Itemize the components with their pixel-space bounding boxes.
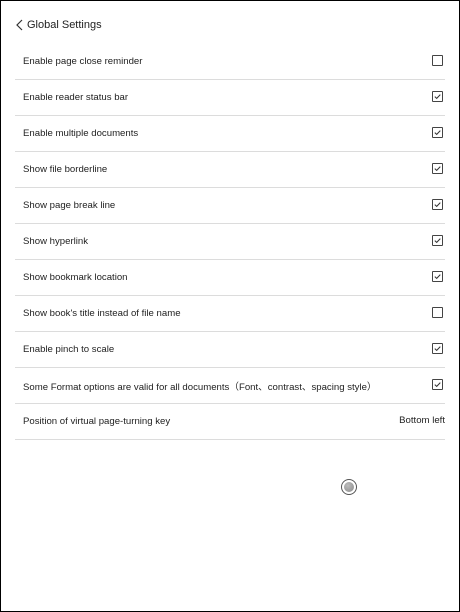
setting-row-file-borderline[interactable]: Show file borderline	[15, 152, 445, 188]
virtual-key-position-value[interactable]: Bottom left	[399, 415, 445, 426]
check-icon	[434, 238, 441, 244]
check-icon	[434, 274, 441, 280]
check-icon	[434, 166, 441, 172]
setting-row-bookmark-location[interactable]: Show bookmark location	[15, 260, 445, 296]
setting-checkbox[interactable]	[432, 199, 443, 210]
floating-ball-icon	[344, 482, 354, 492]
setting-label: Some Format options are valid for all do…	[23, 381, 377, 393]
setting-row-page-close-reminder[interactable]: Enable page close reminder	[15, 44, 445, 80]
setting-label: Show file borderline	[23, 164, 108, 175]
setting-label: Show page break line	[23, 200, 116, 211]
setting-row-hyperlink[interactable]: Show hyperlink	[15, 224, 445, 260]
setting-checkbox[interactable]	[432, 271, 443, 282]
setting-checkbox[interactable]	[432, 91, 443, 102]
setting-label: Show hyperlink	[23, 236, 89, 247]
setting-row-format-options[interactable]: Some Format options are valid for all do…	[15, 368, 445, 404]
setting-label: Enable reader status bar	[23, 92, 129, 103]
setting-row-reader-status-bar[interactable]: Enable reader status bar	[15, 80, 445, 116]
setting-row-multiple-documents[interactable]: Enable multiple documents	[15, 116, 445, 152]
setting-checkbox[interactable]	[432, 235, 443, 246]
setting-checkbox[interactable]	[432, 343, 443, 354]
chevron-left-icon[interactable]	[15, 18, 25, 32]
setting-row-book-title[interactable]: Show book's title instead of file name	[15, 296, 445, 332]
setting-label: Enable multiple documents	[23, 128, 139, 139]
screen-frame: Global Settings Enable page close remind…	[0, 0, 460, 612]
check-icon	[434, 202, 441, 208]
setting-label: Position of virtual page-turning key	[23, 416, 171, 427]
settings-list: Enable page close reminder Enable reader…	[15, 44, 445, 440]
setting-label: Enable page close reminder	[23, 56, 143, 67]
setting-label: Enable pinch to scale	[23, 344, 115, 355]
header-back[interactable]: Global Settings	[15, 15, 102, 35]
check-icon	[434, 382, 441, 388]
check-icon	[434, 94, 441, 100]
setting-row-page-break-line[interactable]: Show page break line	[15, 188, 445, 224]
setting-checkbox[interactable]	[432, 55, 443, 66]
check-icon	[434, 130, 441, 136]
check-icon	[434, 346, 441, 352]
setting-row-virtual-key-position[interactable]: Position of virtual page-turning key Bot…	[15, 404, 445, 440]
setting-label: Show bookmark location	[23, 272, 128, 283]
setting-row-pinch-to-scale[interactable]: Enable pinch to scale	[15, 332, 445, 368]
page-title: Global Settings	[27, 19, 102, 31]
floating-ball-button[interactable]	[341, 479, 357, 495]
setting-checkbox[interactable]	[432, 163, 443, 174]
setting-checkbox[interactable]	[432, 379, 443, 390]
setting-checkbox[interactable]	[432, 127, 443, 138]
setting-checkbox[interactable]	[432, 307, 443, 318]
setting-label: Show book's title instead of file name	[23, 308, 181, 319]
